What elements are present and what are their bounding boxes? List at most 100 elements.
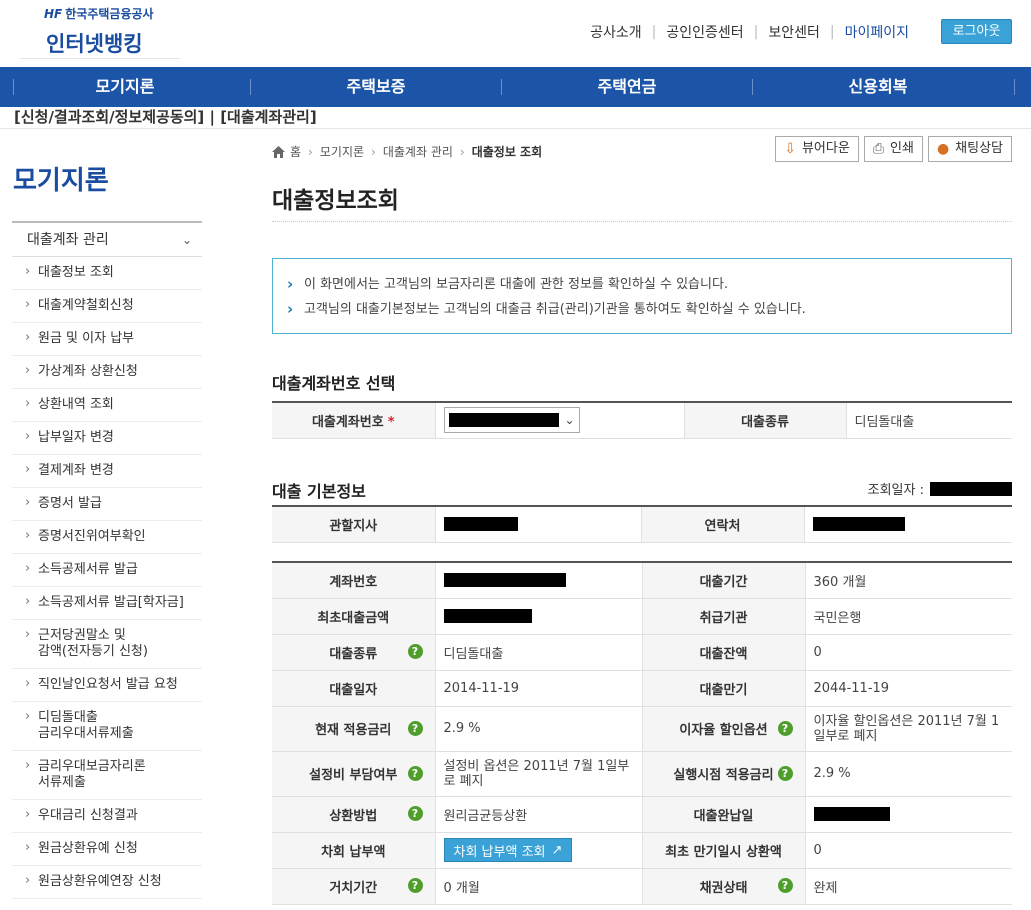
account-select-cell: ⌄	[435, 401, 685, 439]
side-nav-item[interactable]: 직인날인요청서 발급 요청	[12, 669, 202, 702]
breadcrumb-home[interactable]: 홈	[290, 143, 301, 160]
gnb-credit[interactable]: 신용회복	[753, 67, 1003, 107]
repay-method-value: 원리금균등상환	[435, 796, 643, 833]
repay-method-label-cell: 상환방법?	[272, 796, 436, 833]
side-nav-item[interactable]: 가상계좌 상환신청	[12, 356, 202, 389]
gnb-mortgage[interactable]: 모기지론	[0, 67, 250, 107]
section-title-basic: 대출 기본정보	[272, 482, 366, 501]
help-icon[interactable]: ?	[407, 720, 423, 736]
redacted-complete-date	[813, 807, 890, 821]
side-nav-group[interactable]: 대출계좌 관리 ⌄	[12, 221, 202, 257]
balance-value: 0	[805, 634, 1012, 671]
help-icon[interactable]: ?	[407, 878, 423, 893]
type-label: 대출종류	[684, 401, 847, 439]
download-icon: ⇩	[784, 141, 796, 157]
contact-value	[804, 505, 1012, 543]
side-nav-item[interactable]: 우대금리 신청결과	[12, 800, 202, 833]
chat-icon: ●	[936, 141, 950, 157]
help-icon[interactable]: ?	[777, 720, 793, 736]
help-icon[interactable]: ?	[777, 878, 793, 893]
setup-cost-value: 설정비 옵션은 2011년 7월 1일부로 폐지	[435, 751, 643, 797]
side-nav-item[interactable]: 결제계좌 변경	[12, 455, 202, 488]
table-row: 현재 적용금리? 2.9 % 이자율 할인옵션? 이자율 할인옵션은 2011년…	[272, 706, 1012, 752]
table-row: 설정비 부담여부? 설정비 옵션은 2011년 7월 1일부로 폐지 실행시점 …	[272, 751, 1012, 797]
gnb-divider	[1014, 79, 1015, 95]
gnb-guarantee[interactable]: 주택보증	[251, 67, 501, 107]
page-tools: ⇩ 뷰어다운 ⎙ 인쇄 ● 채팅상담	[775, 136, 1012, 162]
logo-title[interactable]: 인터넷뱅킹	[46, 28, 143, 58]
bond-status-label-cell: 채권상태?	[642, 868, 806, 905]
redacted-contact	[812, 517, 905, 532]
util-link-security[interactable]: 보안센터	[768, 22, 820, 42]
table-row: 대출일자 2014-11-19 대출만기 2044-11-19	[272, 670, 1012, 707]
breadcrumb-account-mgmt[interactable]: 대출계좌 관리	[383, 143, 453, 160]
home-icon[interactable]	[272, 145, 285, 158]
setup-cost-label-cell: 설정비 부담여부?	[272, 751, 436, 797]
header: HF 한국주택금융공사 인터넷뱅킹 공사소개 | 공인인증센터 | 보안센터 | …	[0, 0, 1031, 67]
side-nav-item[interactable]: 소득공제서류 발급	[12, 554, 202, 587]
help-icon[interactable]: ?	[777, 765, 793, 781]
side-nav-item[interactable]: 원금상환유예연장 신청	[12, 866, 202, 899]
account-select[interactable]: ⌄	[443, 407, 580, 434]
next-payment-button[interactable]: 차회 납부액 조회 ↗	[443, 838, 573, 862]
util-nav: 공사소개 | 공인인증센터 | 보안센터 | 마이페이지	[590, 22, 909, 42]
info-text: 고객님의 대출기본정보는 고객님의 대출금 취급(관리)기관을 통하여도 확인하…	[287, 297, 997, 322]
grace-label: 거치기간	[329, 880, 378, 896]
loan-type-label-cell: 대출종류?	[272, 634, 436, 671]
complete-date-label: 대출완납일	[642, 796, 806, 833]
loan-type-value: 디딤돌대출	[435, 634, 643, 671]
side-nav-item[interactable]: 근저당권말소 및 감액(전자등기 신청)	[12, 620, 202, 669]
side-nav-item[interactable]: 원금상환유예 신청	[12, 833, 202, 866]
side-nav-item[interactable]: 디딤돌대출 금리우대서류제출	[12, 702, 202, 751]
side-nav-item[interactable]: 대출정보 조회	[12, 257, 202, 290]
table-row: 관할지사 연락처	[272, 505, 1012, 543]
viewer-download-label: 뷰어다운	[801, 141, 850, 156]
side-nav-item[interactable]: 상환내역 조회	[12, 389, 202, 422]
chevron-right-icon: ›	[308, 144, 313, 159]
side-nav-item[interactable]: 대출계약철회신청	[12, 290, 202, 323]
side-nav-item[interactable]: 원금 및 이자 납부	[12, 323, 202, 356]
help-icon[interactable]: ?	[407, 765, 423, 781]
current-rate-label: 현재 적용금리	[315, 723, 392, 738]
initial-amount-value	[435, 598, 643, 635]
branch-value	[435, 505, 642, 543]
side-nav-item[interactable]: 납부일자 변경	[12, 422, 202, 455]
divider	[0, 128, 1031, 129]
initial-maturity-repay-label: 최초 만기일시 상환액	[642, 832, 806, 869]
util-link-mypage[interactable]: 마이페이지	[845, 22, 909, 42]
util-link-cert[interactable]: 공인인증센터	[666, 22, 743, 42]
loan-date-value: 2014-11-19	[435, 670, 643, 707]
loan-detail-table: 계좌번호 대출기간 360 개월 최초대출금액 취급기관 국민은행 대출종류? …	[272, 561, 1012, 905]
query-date: 조회일자 :	[868, 479, 1012, 498]
account-select-table: 대출계좌번호 * ⌄ 대출종류 디딤돌대출	[272, 401, 1012, 439]
current-rate-value: 2.9 %	[435, 706, 643, 752]
side-nav-item[interactable]: 소득공제서류 발급[학자금]	[12, 587, 202, 620]
external-link-icon: ↗	[551, 842, 563, 858]
side-nav-item[interactable]: 증명서 발급	[12, 488, 202, 521]
help-icon[interactable]: ?	[407, 806, 423, 821]
loan-period-label: 대출기간	[642, 561, 806, 599]
util-sep: |	[753, 24, 759, 40]
table-row: 대출계좌번호 * ⌄ 대출종류 디딤돌대출	[272, 401, 1012, 439]
side-nav-item[interactable]: 증명서진위여부확인	[12, 521, 202, 554]
next-payment-label: 차회 납부액	[272, 832, 436, 869]
logo-small-text: 한국주택금융공사	[65, 7, 154, 21]
gnb-pension[interactable]: 주택연금	[502, 67, 752, 107]
viewer-download-button[interactable]: ⇩ 뷰어다운	[775, 136, 859, 162]
breadcrumb: 홈 › 모기지론 › 대출계좌 관리 › 대출정보 조회	[272, 143, 542, 160]
help-icon[interactable]: ?	[407, 644, 423, 659]
logout-button[interactable]: 로그아웃	[941, 19, 1012, 44]
printer-icon: ⎙	[872, 141, 885, 157]
chat-button[interactable]: ● 채팅상담	[927, 136, 1012, 162]
logo-mark: HF	[44, 7, 63, 21]
side-nav: 대출계좌 관리 ⌄ 대출정보 조회대출계약철회신청원금 및 이자 납부가상계좌 …	[12, 221, 202, 899]
chevron-down-icon: ⌄	[181, 233, 192, 247]
logo[interactable]: HF 한국주택금융공사	[44, 5, 154, 22]
top-crumb: [신청/결과조회/정보제공동의] | [대출계좌관리]	[14, 108, 317, 126]
side-nav-item[interactable]: 금리우대보금자리론 서류제출	[12, 751, 202, 800]
breadcrumb-mortgage[interactable]: 모기지론	[320, 143, 364, 160]
util-link-about[interactable]: 공사소개	[590, 22, 642, 42]
print-button[interactable]: ⎙ 인쇄	[863, 136, 923, 162]
table-row: 계좌번호 대출기간 360 개월	[272, 561, 1012, 599]
account-label: 대출계좌번호	[311, 414, 384, 430]
